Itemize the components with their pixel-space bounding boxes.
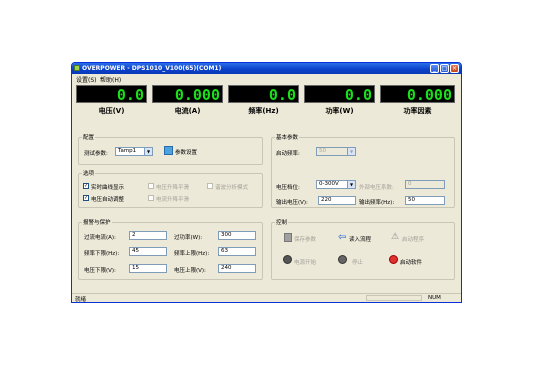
output-voltage-label: 输出电压(V): xyxy=(276,200,308,206)
config-group-title: 配置 xyxy=(82,133,96,141)
start-freq-select[interactable]: 50 ▼ xyxy=(316,147,356,156)
num-lock-indicator: NUM xyxy=(428,295,441,301)
freq-upper-input[interactable]: 63 xyxy=(218,247,256,256)
power-unit: 功率(W) xyxy=(325,107,354,115)
save-params-button[interactable]: 参数设置 xyxy=(175,148,197,156)
freq-upper-label: 频率上限(Hz): xyxy=(174,251,210,257)
save-params-ctrl-button[interactable]: 保存参数 xyxy=(294,235,316,243)
frequency-display: 0.0 xyxy=(228,85,299,104)
voltage-lower-input[interactable]: 15 xyxy=(129,264,167,273)
start-software-icon xyxy=(389,255,398,264)
chevron-down-icon[interactable]: ▼ xyxy=(347,181,355,188)
start-freq-value: 50 xyxy=(319,148,326,154)
load-process-button[interactable]: 读入流程 xyxy=(349,235,371,243)
output-freq-input[interactable]: 50 xyxy=(405,196,445,205)
app-icon xyxy=(74,65,80,71)
stop-button[interactable]: 停止 xyxy=(352,258,363,266)
voltage-lower-label: 电压下限(V): xyxy=(84,268,116,274)
warning-icon: ⚠ xyxy=(391,232,400,242)
range-select[interactable]: 0-300V ▼ xyxy=(316,180,356,189)
basic-params-title: 基本参数 xyxy=(275,133,300,141)
control-group xyxy=(271,222,455,280)
voltage-smooth-label: 电压升降平滑 xyxy=(156,185,190,191)
model-label: 测试参数: xyxy=(84,151,108,157)
start-software-button[interactable]: 启动软件 xyxy=(400,258,422,266)
model-select-value: Tamp1 xyxy=(118,148,137,154)
status-text: 就绪 xyxy=(75,297,87,303)
auto-voltage-checkbox[interactable]: ✓ xyxy=(83,195,89,201)
realtime-curve-label: 实时曲线显示 xyxy=(91,185,125,191)
overpower-input[interactable]: 300 xyxy=(218,231,256,240)
range-label: 电压档位: xyxy=(276,185,300,191)
menu-bar: 设置(S) 帮助(H) xyxy=(72,74,461,84)
title-bar[interactable]: OVERPOWER - DPS1010_V100(65)(COM1) _ □ × xyxy=(72,63,461,74)
overpower-label: 过功率(W): xyxy=(174,235,203,241)
power-start-button[interactable]: 电源开始 xyxy=(294,258,316,266)
minimize-button[interactable]: _ xyxy=(430,64,439,73)
status-bar: 就绪 NUM xyxy=(72,293,461,302)
output-freq-label: 输出频率(Hz): xyxy=(359,200,395,206)
freq-lower-input[interactable]: 45 xyxy=(129,247,167,256)
protection-group-title: 报警与保护 xyxy=(82,218,112,226)
power-display: 0.0 xyxy=(304,85,375,104)
ext-coeff-input[interactable]: 0 xyxy=(405,180,445,189)
voltage-smooth-checkbox[interactable] xyxy=(148,183,154,189)
power-icon xyxy=(283,255,292,264)
voltage-unit: 电压(V) xyxy=(98,107,125,115)
stop-icon xyxy=(338,255,347,264)
settings-icon[interactable] xyxy=(164,146,173,155)
voltage-display: 0.0 xyxy=(76,85,147,104)
harmonic-mode-checkbox[interactable] xyxy=(207,183,213,189)
menu-help[interactable]: 帮助(H) xyxy=(100,75,121,84)
ext-coeff-label: 外部电压系数: xyxy=(359,185,394,191)
frequency-unit: 频率(Hz) xyxy=(248,107,279,115)
current-smooth-checkbox[interactable] xyxy=(148,195,154,201)
voltage-upper-label: 电压上限(V): xyxy=(174,268,206,274)
main-window: OVERPOWER - DPS1010_V100(65)(COM1) _ □ ×… xyxy=(71,62,462,303)
current-smooth-label: 电流升降平滑 xyxy=(156,197,190,203)
chevron-down-icon[interactable]: ▼ xyxy=(144,148,152,155)
harmonic-mode-label: 谐波分析模式 xyxy=(215,185,249,191)
model-select[interactable]: Tamp1 ▼ xyxy=(115,147,153,156)
close-button[interactable]: × xyxy=(450,64,459,73)
voltage-upper-input[interactable]: 240 xyxy=(218,264,256,273)
current-unit: 电流(A) xyxy=(174,107,201,115)
overcurrent-label: 过流电流(A): xyxy=(84,235,116,241)
save-icon xyxy=(284,233,292,242)
status-pane xyxy=(366,295,422,301)
start-program-button[interactable]: 启动程序 xyxy=(402,235,424,243)
overcurrent-input[interactable]: 2 xyxy=(129,231,167,240)
arrow-left-icon: ⇦ xyxy=(338,232,347,243)
range-value: 0-300V xyxy=(319,181,339,187)
auto-voltage-label: 电压自动调整 xyxy=(91,197,125,203)
current-display: 0.000 xyxy=(152,85,223,104)
control-group-title: 控制 xyxy=(275,218,289,226)
options-group-title: 选项 xyxy=(82,169,96,177)
power-factor-display: 0.000 xyxy=(380,85,455,104)
realtime-curve-checkbox[interactable]: ✓ xyxy=(83,183,89,189)
maximize-button[interactable]: □ xyxy=(440,64,449,73)
start-freq-label: 启动频率: xyxy=(276,151,300,157)
menu-settings[interactable]: 设置(S) xyxy=(76,75,97,84)
output-voltage-input[interactable]: 220 xyxy=(318,196,356,205)
chevron-down-icon[interactable]: ▼ xyxy=(347,148,355,155)
window-title: OVERPOWER - DPS1010_V100(65)(COM1) xyxy=(82,65,222,72)
freq-lower-label: 频率下限(Hz): xyxy=(84,251,120,257)
power-factor-unit: 功率因素 xyxy=(403,107,432,115)
